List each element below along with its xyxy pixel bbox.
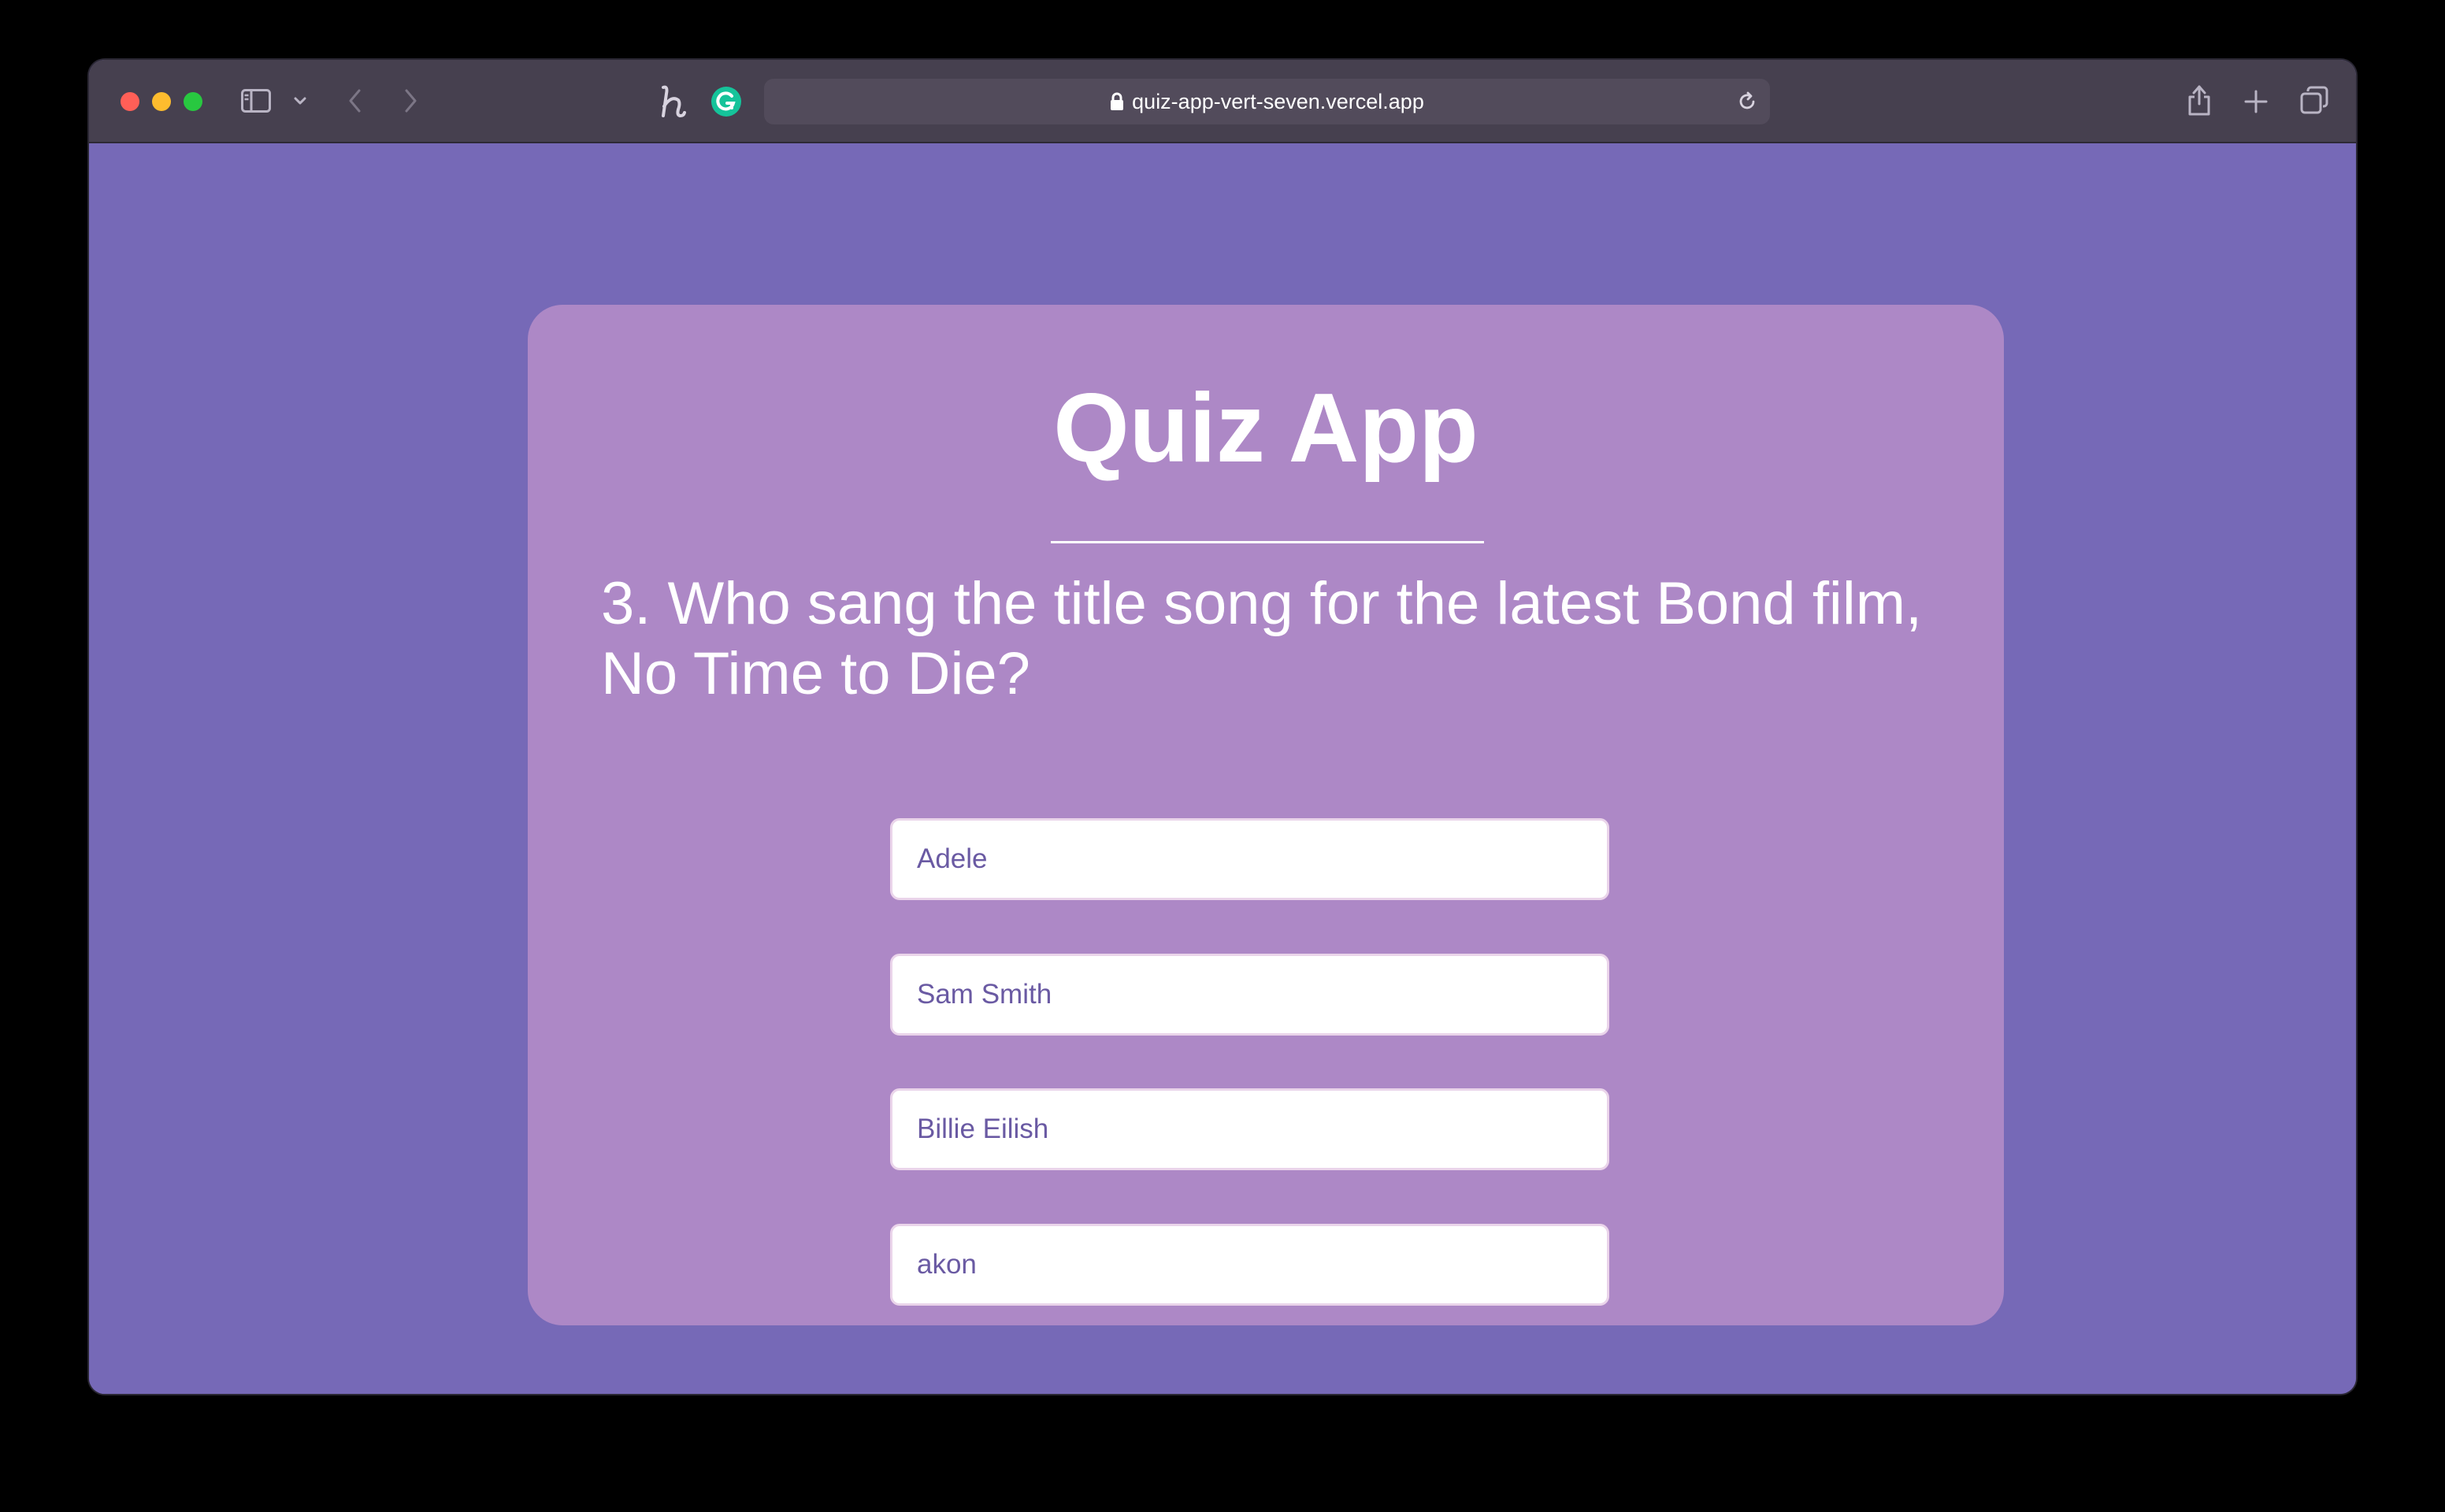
new-tab-icon[interactable]: [2238, 83, 2274, 120]
chevron-down-icon[interactable]: [291, 91, 310, 110]
forward-icon[interactable]: [395, 85, 426, 117]
close-window-button[interactable]: [121, 92, 139, 111]
answer-option-akon[interactable]: akon: [890, 1224, 1609, 1306]
answer-option-adele[interactable]: Adele: [890, 818, 1609, 900]
answer-option-billie-eilish[interactable]: Billie Eilish: [890, 1088, 1609, 1170]
tab-overview-icon[interactable]: [2296, 82, 2332, 118]
back-icon[interactable]: [339, 85, 371, 117]
question-text: 3. Who sang the title song for the lates…: [601, 570, 1923, 707]
browser-window: quiz-app-vert-seven.vercel.app Quiz App …: [89, 60, 2356, 1394]
url-text: quiz-app-vert-seven.vercel.app: [1132, 89, 1424, 113]
browser-toolbar: quiz-app-vert-seven.vercel.app: [89, 60, 2356, 143]
page-content: Quiz App 3. Who sang the title song for …: [89, 143, 2356, 1394]
address-bar[interactable]: quiz-app-vert-seven.vercel.app: [764, 79, 1770, 124]
reload-icon[interactable]: [1735, 90, 1759, 113]
grammarly-extension-icon[interactable]: [708, 83, 744, 120]
lock-icon: [1110, 92, 1124, 111]
maximize-window-button[interactable]: [184, 92, 202, 111]
title-divider: [1051, 541, 1484, 543]
answer-option-sam-smith[interactable]: Sam Smith: [890, 954, 1609, 1036]
page-title: Quiz App: [1053, 374, 1479, 483]
sidebar-icon[interactable]: [240, 85, 272, 117]
honey-extension-icon[interactable]: [653, 82, 692, 121]
minimize-window-button[interactable]: [152, 92, 171, 111]
share-icon[interactable]: [2181, 80, 2217, 120]
quiz-card: Quiz App 3. Who sang the title song for …: [528, 305, 2004, 1325]
